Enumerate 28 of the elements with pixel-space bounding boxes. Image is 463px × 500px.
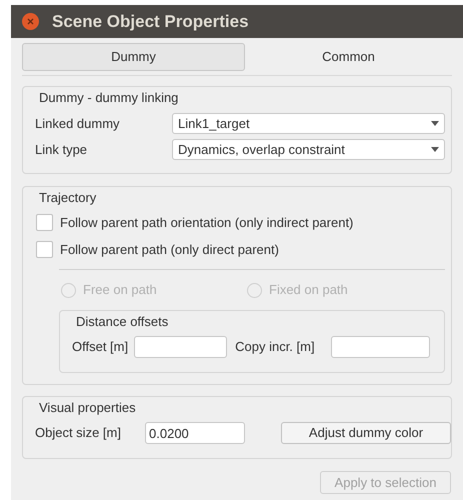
checkbox[interactable] [36,214,53,232]
caret-icon [431,147,439,152]
checkbox[interactable] [36,240,53,258]
group-title: Dummy - dummy linking [38,89,180,107]
input-field[interactable] [134,336,228,358]
field-label: Link type [35,140,88,159]
dropdown[interactable]: Dynamics, overlap constraint [172,139,445,160]
group-title: Visual properties [38,399,137,417]
group-title: Distance offsets [75,313,170,331]
field-label: Offset [m] [72,338,128,356]
radio-label: Fixed on path [269,281,348,300]
input-field[interactable] [330,336,430,358]
window-title: Scene Object Properties [52,10,249,33]
group-title: Trajectory [38,189,98,207]
input-field[interactable]: 0.0200 [145,422,246,444]
tab[interactable]: Common [245,42,452,70]
caret-icon [431,121,439,126]
tab[interactable]: Dummy [22,42,245,70]
dropdown[interactable]: Link1_target [172,113,445,134]
adjust-color-button[interactable]: Adjust dummy color [281,422,451,444]
close-button[interactable] [22,13,39,30]
field-label: Linked dummy [35,114,121,133]
checkbox-label: Follow parent path (only direct parent) [60,240,279,259]
checkbox-label: Follow parent path orientation (only indirect parent) [60,214,354,232]
radio-label: Free on path [83,281,157,300]
field-label: Object size [m] [35,424,122,442]
field-label: Copy incr. [m] [235,338,315,356]
close-icon [27,18,34,25]
